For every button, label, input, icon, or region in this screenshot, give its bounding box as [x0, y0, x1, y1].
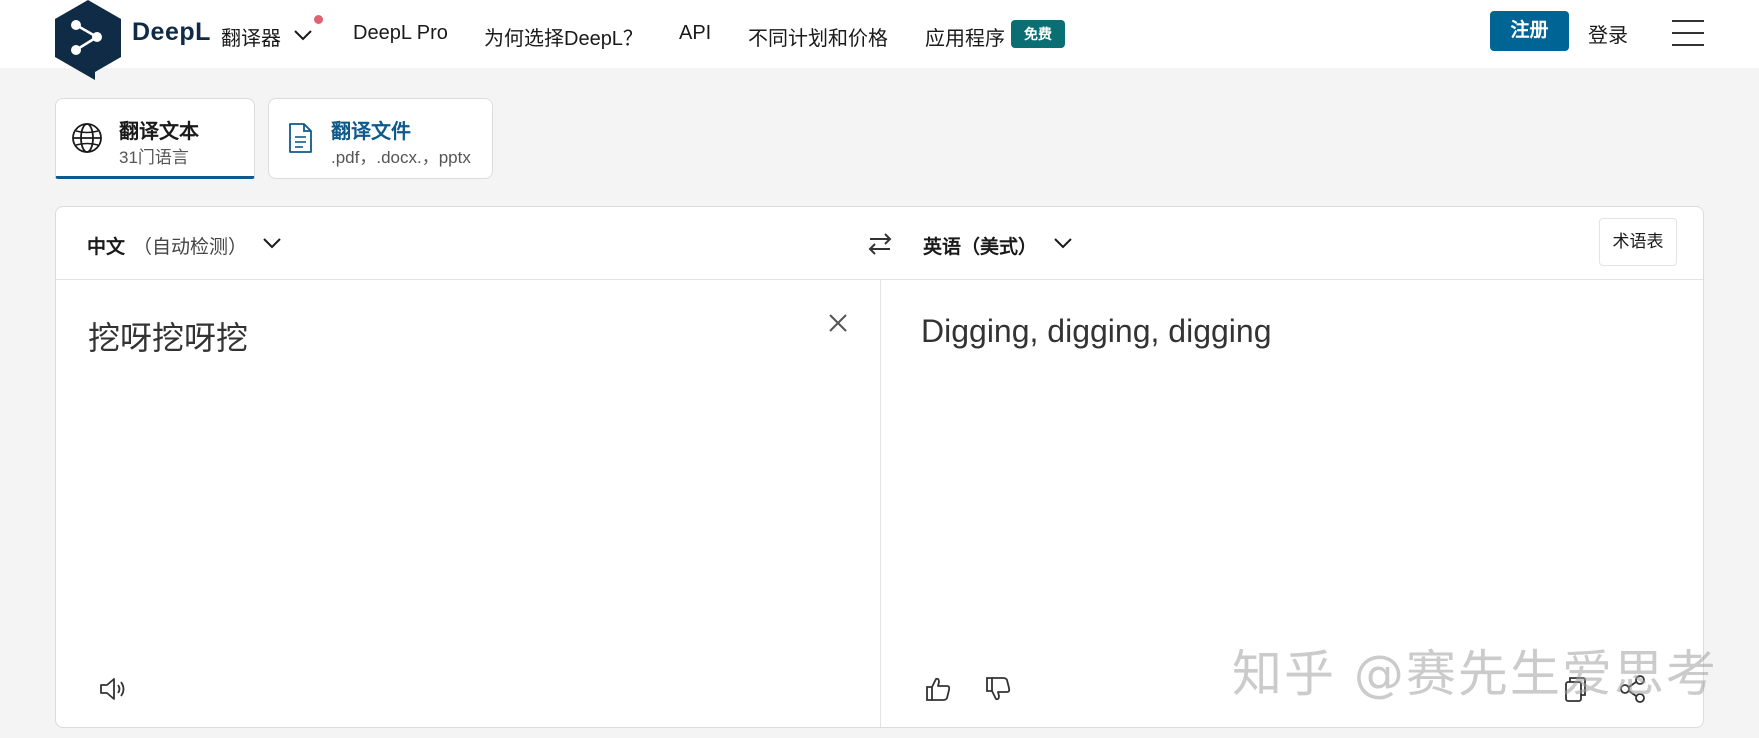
translation-output: Digging, digging, digging: [921, 313, 1272, 349]
panel-divider: [880, 279, 881, 727]
top-navbar: DeepL 翻译器 DeepL Pro 为何选择DeepL？ API 不同计划和…: [0, 0, 1759, 80]
tab-subtitle: 31门语言: [119, 148, 189, 167]
source-language-select[interactable]: 中文 （自动检测）: [87, 232, 247, 259]
notification-dot: [314, 15, 323, 24]
tab-translate-files[interactable]: 翻译文件 .pdf，.docx.，pptx: [268, 98, 493, 179]
tab-title: 翻译文件: [331, 121, 411, 143]
chevron-down-icon[interactable]: [1052, 232, 1074, 254]
language-bar: 中文 （自动检测） 英语（美式） 术语表: [56, 207, 1703, 280]
globe-icon: [72, 123, 102, 153]
chevron-down-icon[interactable]: [292, 24, 314, 46]
login-link[interactable]: 登录: [1588, 19, 1628, 48]
thumbs-up-icon[interactable]: [922, 673, 954, 705]
nav-pricing[interactable]: 不同计划和价格: [748, 22, 888, 51]
auto-detect-label: （自动检测）: [133, 237, 248, 258]
product-name[interactable]: 翻译器: [221, 22, 281, 51]
nav-api[interactable]: API: [679, 22, 711, 45]
target-language[interactable]: 英语（美式）: [923, 232, 1037, 259]
swap-arrows-icon[interactable]: [865, 229, 895, 259]
tab-subtitle: .pdf，.docx.，pptx: [331, 148, 471, 167]
speaker-icon[interactable]: [97, 673, 129, 705]
tab-title: 翻译文本: [119, 121, 199, 143]
close-icon[interactable]: [826, 311, 850, 335]
deepl-logo-icon[interactable]: [55, 0, 121, 80]
source-language: 中文: [87, 237, 126, 258]
watermark: 知乎 @赛先生爱思考: [1232, 645, 1718, 703]
brand-name[interactable]: DeepL: [132, 18, 211, 47]
tab-translate-text[interactable]: 翻译文本 31门语言: [55, 98, 255, 179]
hamburger-menu-icon[interactable]: [1672, 20, 1704, 46]
document-icon: [289, 123, 312, 153]
source-text-input[interactable]: 挖呀挖呀挖: [88, 313, 248, 359]
glossary-button[interactable]: 术语表: [1599, 218, 1677, 266]
free-badge: 免费: [1011, 20, 1065, 48]
chevron-down-icon[interactable]: [261, 232, 283, 254]
thumbs-down-icon[interactable]: [982, 673, 1014, 705]
nav-apps[interactable]: 应用程序: [925, 22, 1005, 51]
signup-button[interactable]: 注册: [1490, 11, 1569, 51]
nav-why-deepl[interactable]: 为何选择DeepL？: [484, 22, 643, 51]
nav-deepl-pro[interactable]: DeepL Pro: [353, 22, 448, 45]
